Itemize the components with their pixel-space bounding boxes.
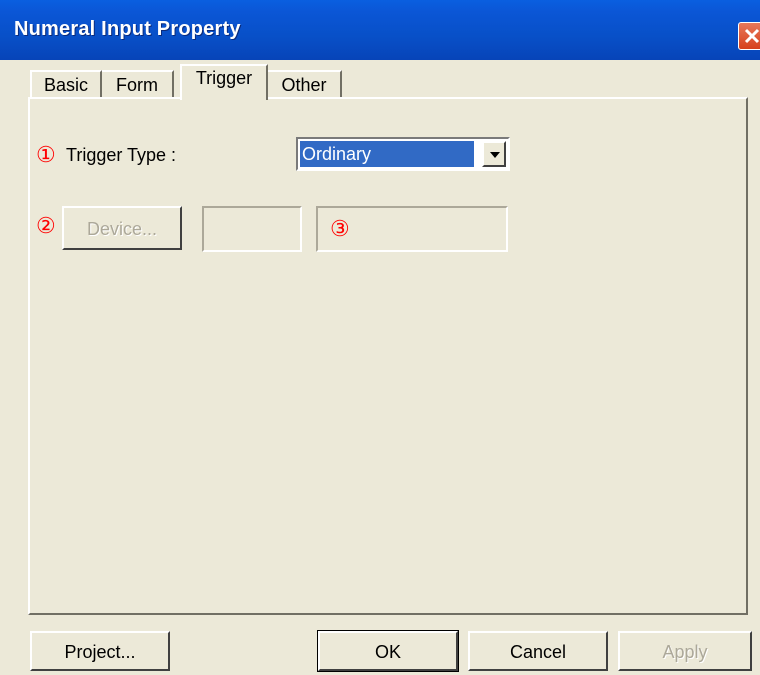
- cancel-button[interactable]: Cancel: [468, 631, 608, 671]
- title-bar[interactable]: Numeral Input Property: [0, 0, 760, 60]
- window-title: Numeral Input Property: [14, 18, 241, 40]
- close-icon: [744, 28, 760, 44]
- close-button[interactable]: [738, 22, 760, 50]
- ok-button[interactable]: OK: [317, 630, 459, 672]
- project-button[interactable]: Project...: [30, 631, 170, 671]
- tab-other[interactable]: Other: [268, 70, 342, 98]
- apply-button[interactable]: Apply: [618, 631, 752, 671]
- tab-strip: Basic Form Trigger Other: [0, 60, 760, 100]
- tab-basic[interactable]: Basic: [30, 70, 102, 98]
- tab-form[interactable]: Form: [102, 70, 174, 98]
- tab-trigger[interactable]: Trigger: [180, 64, 268, 100]
- trigger-panel: [28, 97, 748, 615]
